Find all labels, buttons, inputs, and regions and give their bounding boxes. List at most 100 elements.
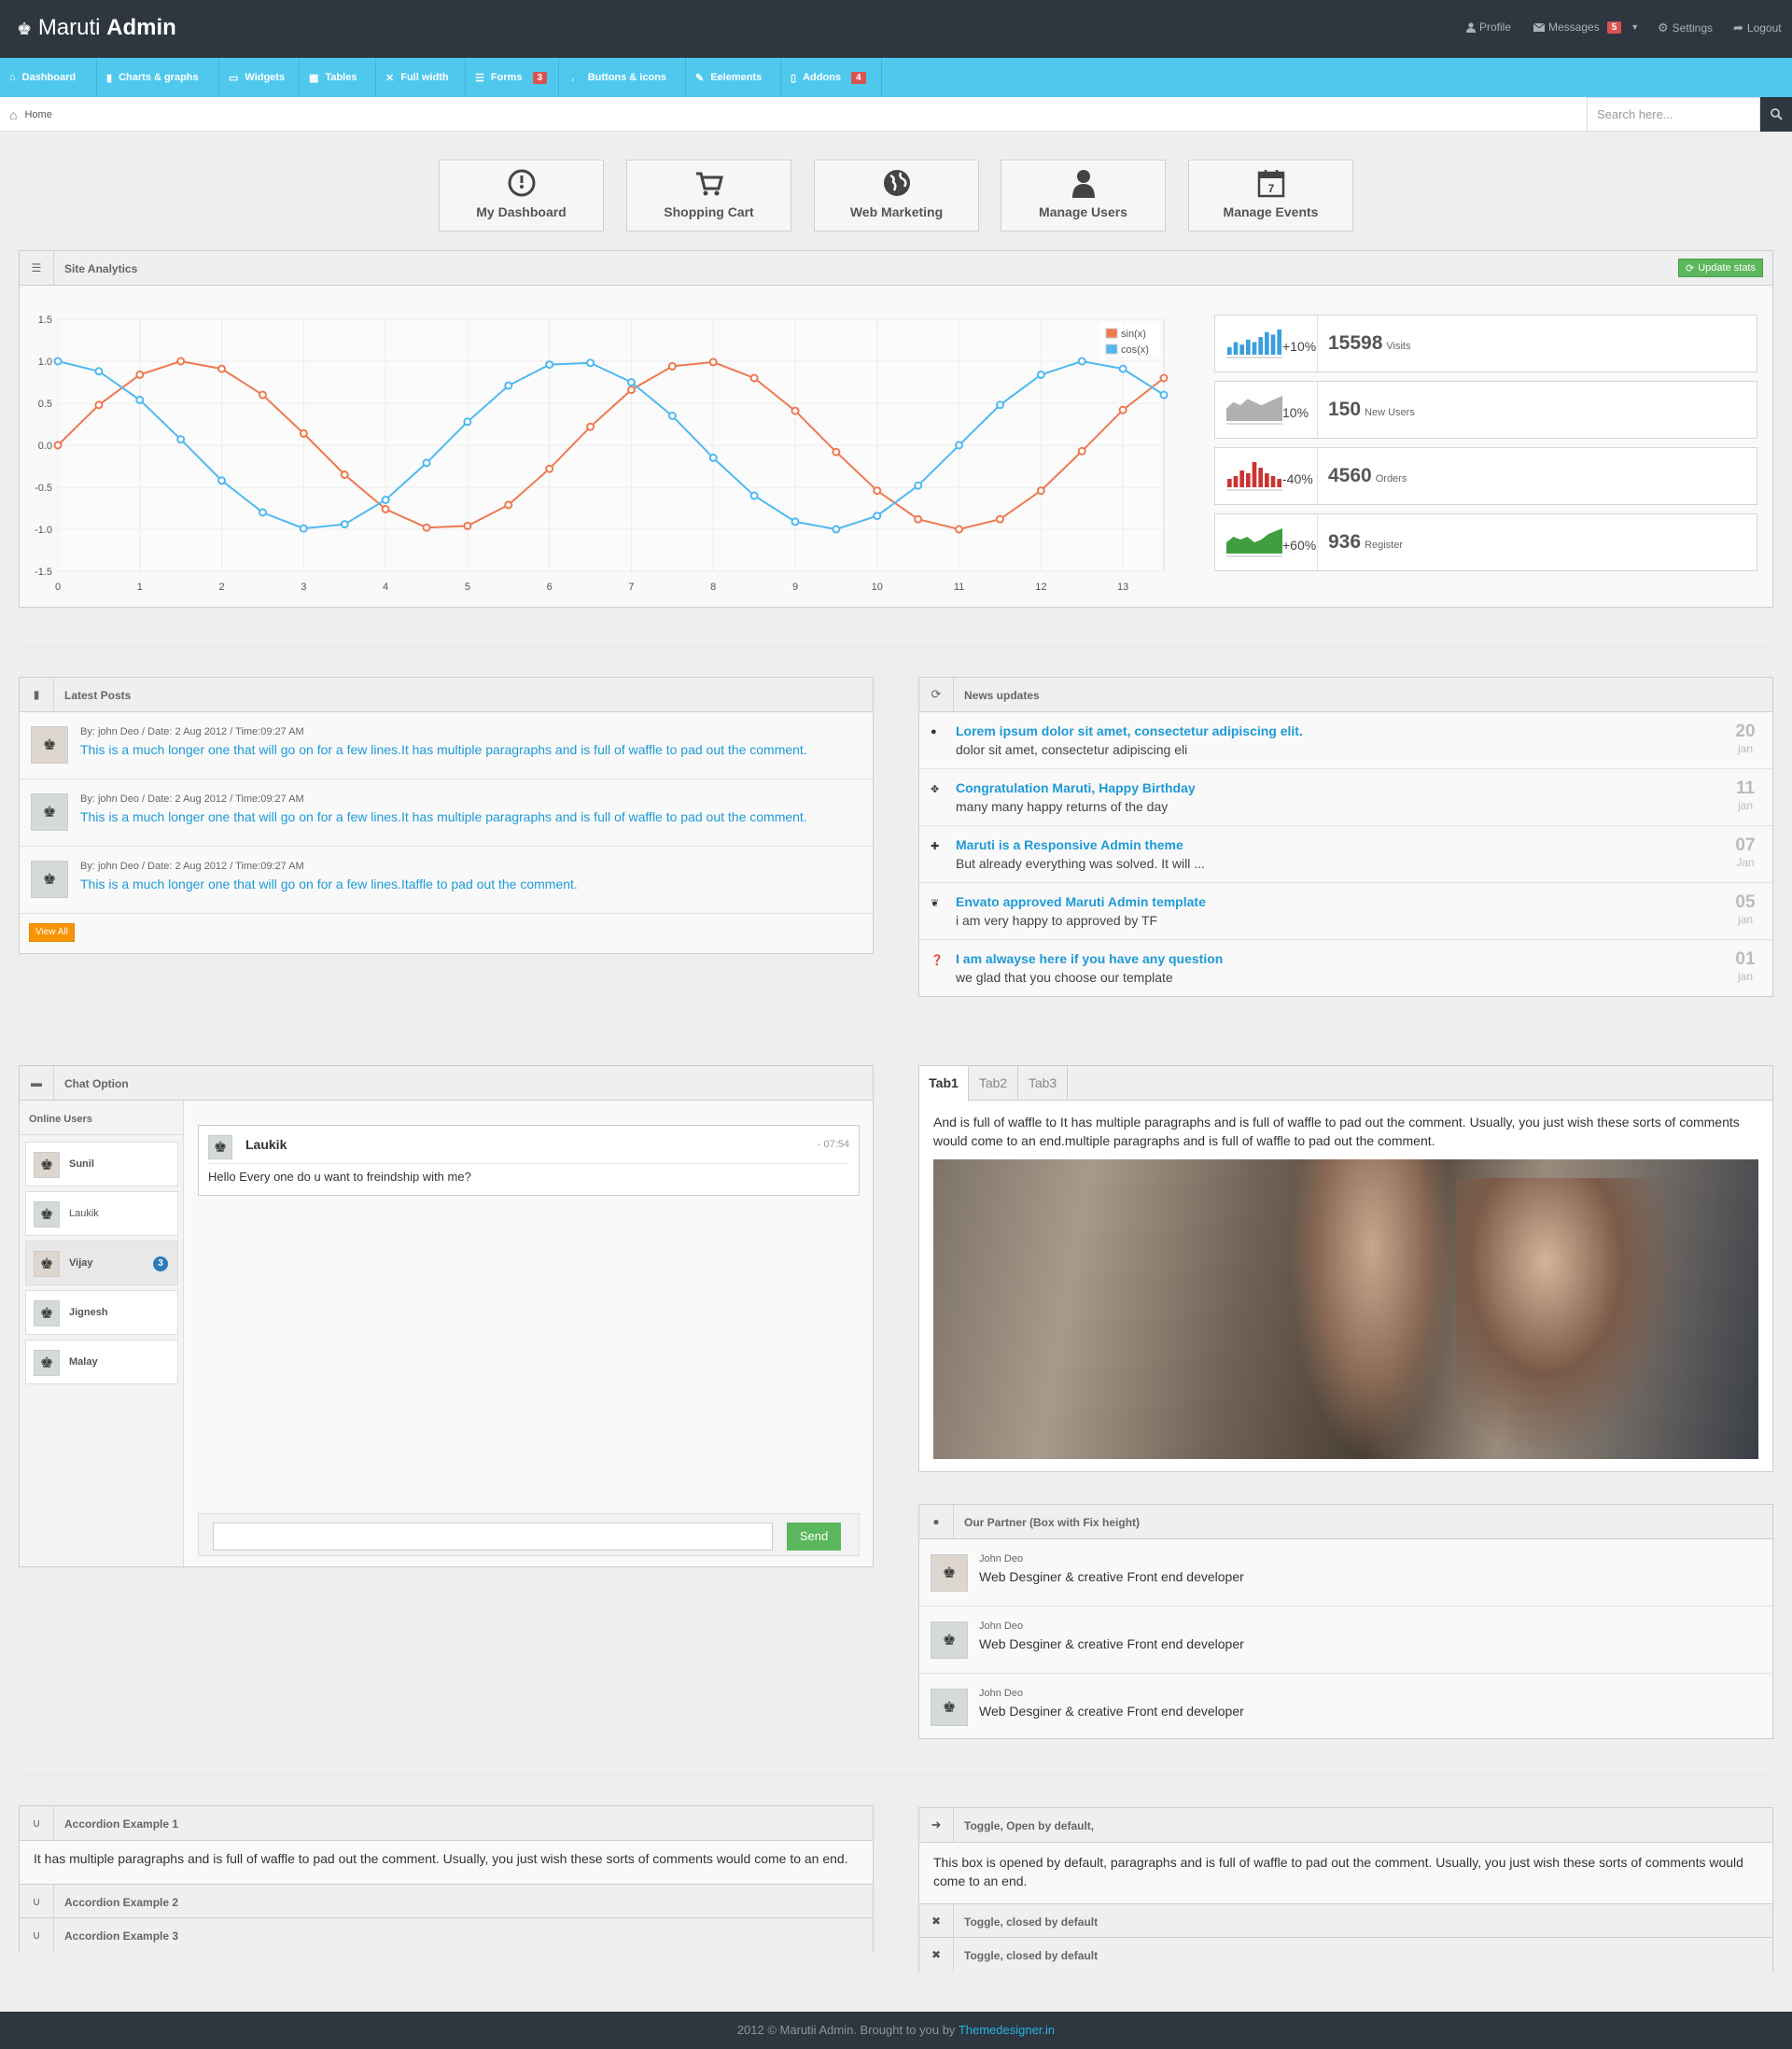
view-all-button[interactable]: View All: [29, 923, 75, 942]
news-day: 20: [1735, 722, 1756, 741]
stat-change: 10%: [1282, 405, 1309, 420]
nav-item-tables[interactable]: ▦ Tables: [300, 58, 376, 97]
quick-button-dashboard[interactable]: My Dashboard: [439, 160, 604, 232]
crown-icon: ♚: [17, 20, 33, 38]
accordion-body: It has multiple paragraphs and is full o…: [34, 1851, 848, 1866]
settings-label: Settings: [1672, 21, 1714, 35]
nav-item-addons[interactable]: ▯ Addons 4: [781, 58, 882, 97]
message-time: - 07:54: [817, 1139, 849, 1150]
update-stats-button[interactable]: ⟳ Update stats: [1678, 259, 1763, 277]
messages-link[interactable]: Messages 5 ▼: [1533, 21, 1639, 34]
box-header: ⟳ News updates: [919, 678, 1772, 712]
send-button[interactable]: Send: [787, 1523, 841, 1551]
box-header: ▬ Chat Option: [20, 1066, 873, 1101]
post-link[interactable]: This is a much longer one that will go o…: [80, 742, 807, 757]
avatar-icon: ♚: [42, 805, 57, 821]
avatar: ♚: [931, 1689, 968, 1726]
quick-button-label: Web Marketing: [849, 204, 944, 219]
news-title[interactable]: Lorem ipsum dolor sit amet, consectetur …: [956, 723, 1303, 738]
news-title[interactable]: Envato approved Maruti Admin template: [956, 894, 1206, 909]
news-updates-box: ⟳ News updates ● Lorem ipsum dolor sit a…: [918, 677, 1773, 997]
data-point: [53, 441, 63, 450]
logo[interactable]: ♚ Maruti Admin: [17, 15, 176, 41]
chat-user[interactable]: ♚ Malay: [25, 1340, 178, 1384]
fullscreen-icon: ✕: [385, 72, 395, 84]
avatar: ♚: [208, 1135, 232, 1159]
sparkline-bar: [1270, 476, 1276, 487]
data-point: [299, 428, 308, 438]
accordion-header[interactable]: ∪ Accordion Example 1: [20, 1806, 873, 1841]
breadcrumb-home-label: Home: [24, 109, 52, 120]
logout-link[interactable]: ➦ Logout: [1733, 21, 1782, 35]
data-point: [53, 357, 63, 366]
main-nav: ⌂ Dashboard ▮ Charts & graphs ▭ Widgets ▦ Ta…: [0, 58, 1792, 97]
nav-item-charts[interactable]: ▮ Charts & graphs: [97, 58, 219, 97]
news-date: 05 jan: [1731, 893, 1759, 928]
sparkline: [1226, 528, 1282, 557]
box-title: Chat Option: [64, 1077, 129, 1090]
settings-link[interactable]: ⚙ Settings: [1658, 21, 1713, 35]
profile-link[interactable]: Profile: [1466, 21, 1511, 34]
data-point: [708, 358, 718, 367]
search-button[interactable]: [1760, 97, 1792, 132]
post-link[interactable]: This is a much longer one that will go o…: [80, 877, 578, 891]
refresh-icon: ⟳: [919, 678, 954, 711]
accordion-header[interactable]: ∪ Accordion Example 3: [20, 1918, 873, 1953]
chat-user[interactable]: ♚ Jignesh: [25, 1290, 178, 1335]
quick-button-marketing[interactable]: Web Marketing: [814, 160, 979, 232]
news-item: ● Lorem ipsum dolor sit amet, consectetu…: [919, 712, 1772, 769]
accordion-title: Accordion Example 1: [64, 1817, 179, 1831]
chat-user[interactable]: ♚ Sunil: [25, 1142, 178, 1186]
box-title: Our Partner (Box with Fix height): [964, 1516, 1141, 1529]
nav-item-forms[interactable]: ☰ Forms 3: [466, 58, 559, 97]
nav-item-full-width[interactable]: ✕ Full width: [376, 58, 466, 97]
stat-label: Orders: [1375, 473, 1407, 484]
quick-button-cart[interactable]: Shopping Cart: [626, 160, 791, 232]
tab-1[interactable]: Tab1: [919, 1066, 969, 1102]
sparkline-bar: [1258, 337, 1263, 355]
quick-button-users[interactable]: Manage Users: [1001, 160, 1166, 232]
partner-role: Web Desginer & creative Front end develo…: [979, 1636, 1244, 1651]
sparkline: [1226, 330, 1282, 358]
news-title[interactable]: Maruti is a Responsive Admin theme: [956, 837, 1183, 852]
box-title: News updates: [964, 689, 1040, 702]
nav-item-buttons[interactable]: 💧 Buttons & icons: [559, 58, 686, 97]
logo-bold: Admin: [106, 15, 176, 40]
news-month: jan: [1737, 742, 1753, 755]
sparkline-area: [1226, 528, 1282, 554]
share-icon: ➦: [1733, 21, 1743, 35]
chat-user[interactable]: ♚ Laukik: [25, 1191, 178, 1236]
sparkline-bar: [1277, 330, 1281, 355]
avatar: ♚: [931, 1554, 968, 1592]
nav-item-elements[interactable]: ✎ Eelements: [686, 58, 781, 97]
footer-link[interactable]: Themedesigner.in: [959, 2023, 1055, 2037]
data-point: [873, 486, 882, 496]
nav-label: Dashboard: [21, 72, 77, 83]
accordion-box: ∪ Accordion Example 1 It has multiple par…: [19, 1805, 874, 1953]
x-tick-label: 0: [55, 582, 61, 593]
toggle-header[interactable]: ✖ Toggle, closed by default: [919, 1903, 1772, 1938]
tab-3[interactable]: Tab3: [1018, 1066, 1068, 1101]
sparkline-bar: [1233, 342, 1239, 355]
nav-item-widgets[interactable]: ▭ Widgets: [219, 58, 300, 97]
arrow-right-icon: ➜: [919, 1808, 954, 1842]
legend-swatch: [1105, 328, 1118, 339]
news-title[interactable]: I am alwayse here if you have any questi…: [956, 951, 1223, 966]
stat-change: +10%: [1282, 339, 1317, 354]
divider: [19, 1774, 1773, 1775]
toggle-header[interactable]: ➜ Toggle, Open by default,: [919, 1808, 1772, 1843]
cart-icon: [696, 172, 723, 196]
nav-item-dashboard[interactable]: ⌂ Dashboard: [0, 58, 97, 97]
data-point: [586, 422, 595, 431]
news-title[interactable]: Congratulation Maruti, Happy Birthday: [956, 780, 1196, 795]
toggle-header[interactable]: ✖ Toggle, closed by default: [919, 1938, 1772, 1972]
chat-input[interactable]: [213, 1523, 773, 1551]
breadcrumb-home[interactable]: ⌂ Home: [9, 107, 52, 122]
chat-user[interactable]: ♚ Vijay 3: [25, 1241, 178, 1285]
tab-2[interactable]: Tab2: [969, 1066, 1018, 1101]
data-point: [749, 373, 759, 383]
search-input[interactable]: Search here...: [1587, 97, 1760, 132]
accordion-header[interactable]: ∪ Accordion Example 2: [20, 1884, 873, 1918]
quick-button-events[interactable]: 7 Manage Events: [1188, 160, 1353, 232]
post-link[interactable]: This is a much longer one that will go o…: [80, 809, 807, 824]
